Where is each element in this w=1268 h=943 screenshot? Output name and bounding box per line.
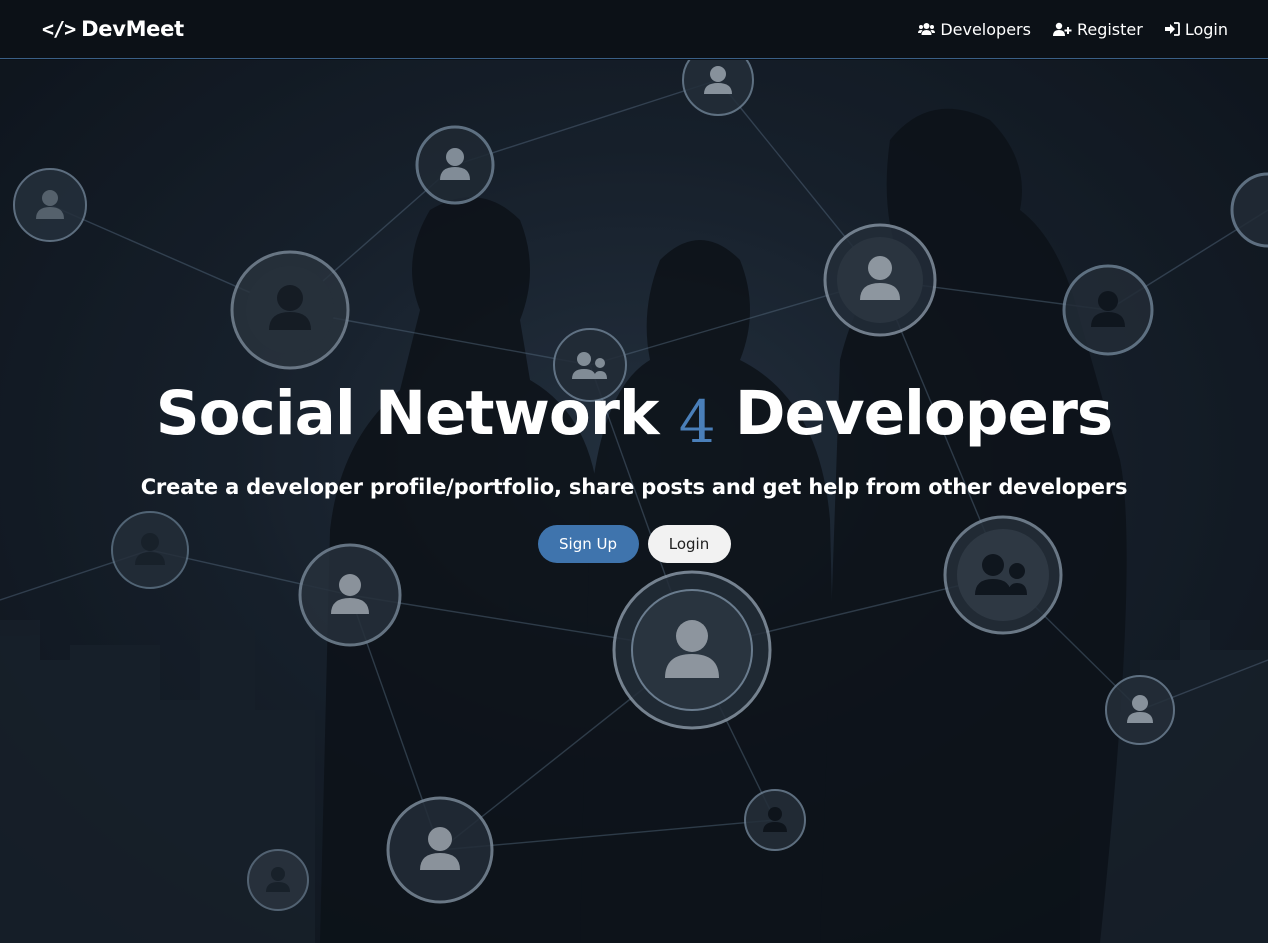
hero-title-start: Social Network — [155, 378, 679, 449]
nav-links: Developers Register Login — [918, 20, 1228, 39]
brand-name: DevMeet — [81, 17, 184, 41]
nav-register-label: Register — [1076, 19, 1143, 39]
hero-title-accent: 4 — [678, 388, 716, 456]
nav-developers-link[interactable]: Developers — [918, 20, 1031, 39]
users-icon — [918, 22, 936, 36]
hero-title: Social Network 4 Developers — [0, 378, 1268, 456]
nav-login-label: Login — [1184, 19, 1228, 39]
navbar: </> DevMeet Developers Register Login — [0, 0, 1268, 59]
login-button[interactable]: Login — [647, 525, 731, 563]
sign-in-icon — [1164, 22, 1180, 36]
hero-section: Social Network 4 Developers Create a dev… — [0, 60, 1268, 943]
hero-lead: Create a developer profile/portfolio, sh… — [140, 475, 1128, 499]
code-icon: </> — [42, 17, 76, 41]
nav-login-link[interactable]: Login — [1164, 19, 1228, 39]
brand-link[interactable]: </> DevMeet — [42, 17, 184, 41]
user-plus-icon — [1052, 22, 1072, 36]
signup-button[interactable]: Sign Up — [537, 525, 639, 563]
hero-title-end: Developers — [714, 378, 1113, 449]
hero-buttons: Sign Up Login — [0, 525, 1268, 563]
nav-register-link[interactable]: Register — [1052, 19, 1143, 39]
nav-developers-label: Developers — [940, 19, 1031, 39]
